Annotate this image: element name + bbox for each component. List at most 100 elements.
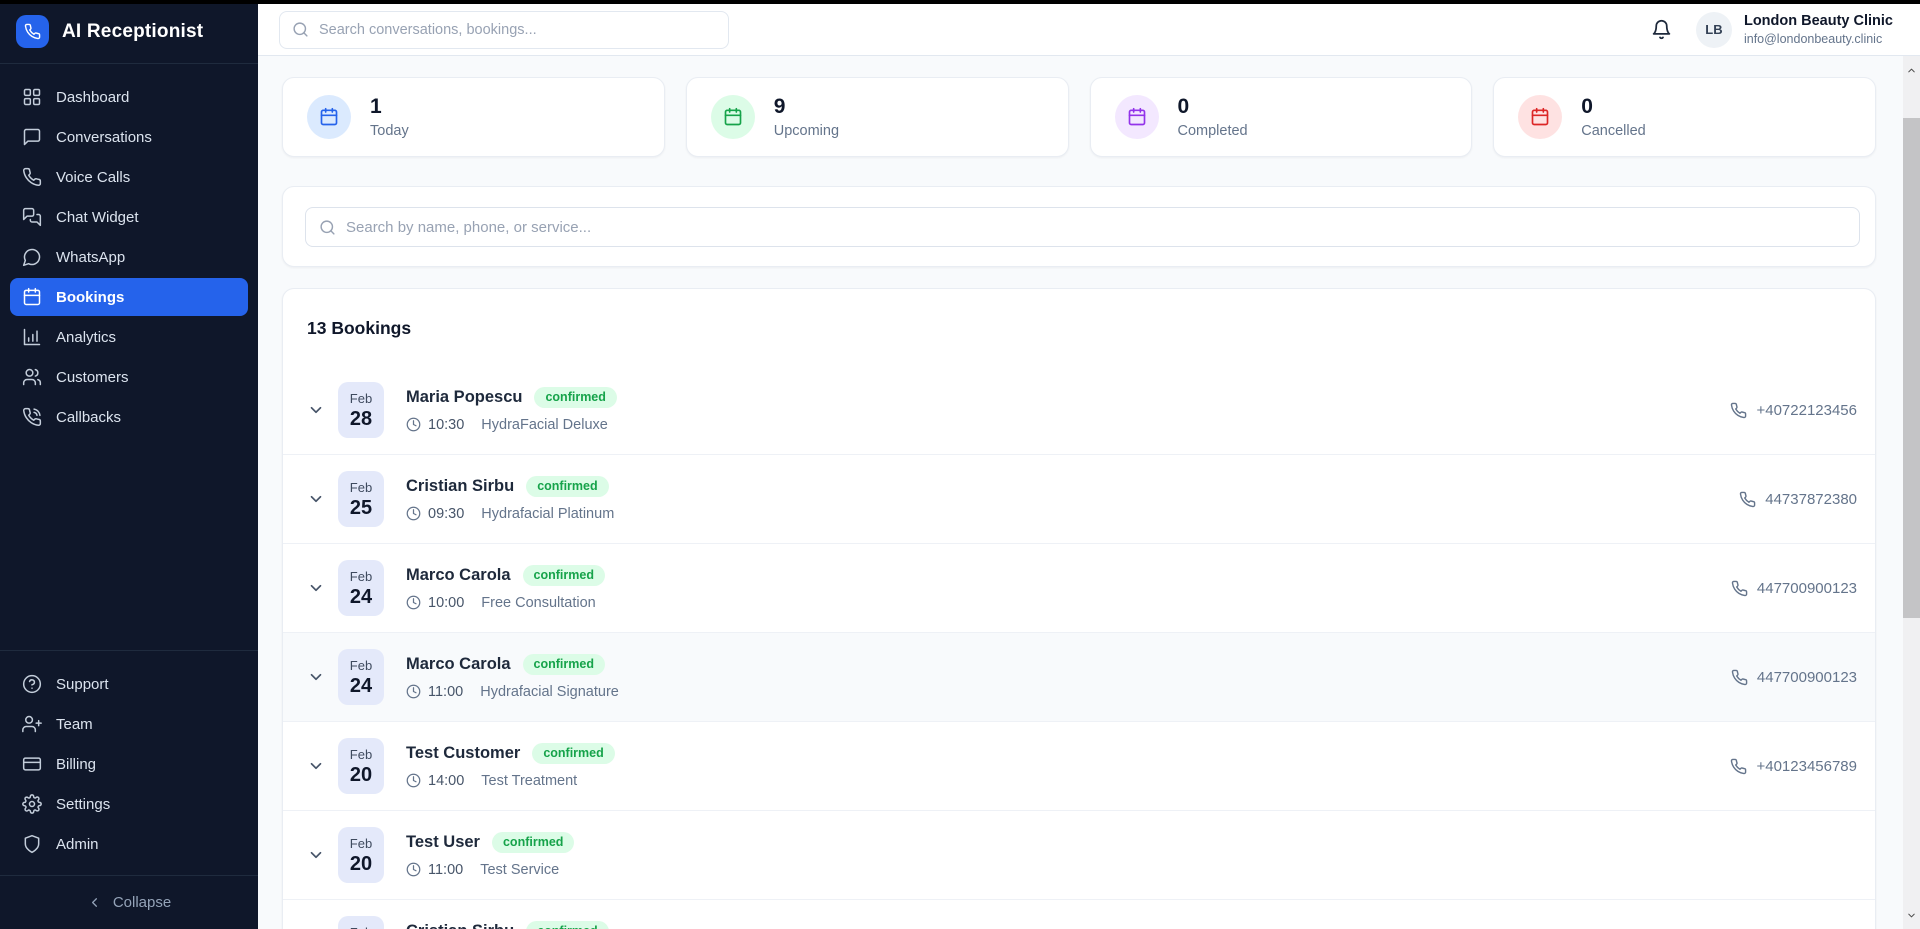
chevron-down-icon[interactable]: [307, 668, 325, 686]
sidebar-header: AI Receptionist: [0, 0, 258, 64]
sidebar-item-admin-label: Admin: [56, 836, 99, 853]
booking-month: Feb: [350, 835, 372, 852]
booking-status-badge: confirmed: [523, 565, 605, 586]
booking-row[interactable]: Feb 20 Test User confirmed 11:00 Test Se…: [283, 811, 1875, 900]
phone-icon: [24, 23, 41, 40]
clock-icon: [406, 417, 421, 432]
scroll-down-arrow[interactable]: [1903, 907, 1920, 924]
sidebar-item-conversations[interactable]: Conversations: [10, 118, 248, 156]
callbacks-icon: [22, 407, 42, 427]
calendar-icon: [319, 107, 339, 127]
search-icon: [292, 21, 309, 38]
bell-icon[interactable]: [1651, 19, 1672, 40]
scrollbar-thumb[interactable]: [1903, 118, 1920, 618]
voice-calls-icon: [22, 167, 42, 187]
global-search[interactable]: [279, 11, 729, 49]
booking-status-badge: confirmed: [526, 476, 608, 497]
sidebar-item-dashboard[interactable]: Dashboard: [10, 78, 248, 116]
sidebar-item-admin[interactable]: Admin: [10, 825, 248, 863]
booking-row[interactable]: Feb 28 Maria Popescu confirmed 10:30 Hyd…: [283, 366, 1875, 455]
stat-label: Cancelled: [1581, 123, 1646, 139]
booking-date-badge: Feb 28: [338, 382, 384, 438]
clock-icon: [406, 773, 421, 788]
booking-date-badge: Feb 20: [338, 827, 384, 883]
sidebar-item-customers[interactable]: Customers: [10, 358, 248, 396]
search-icon: [319, 219, 336, 236]
sidebar-collapse-button[interactable]: Collapse: [0, 875, 258, 929]
dashboard-icon: [22, 87, 42, 107]
booking-customer-name: Maria Popescu: [406, 388, 522, 407]
sidebar-item-analytics-label: Analytics: [56, 329, 116, 346]
bookings-filter-card: [282, 186, 1876, 267]
booking-phone: +40123456789: [1730, 758, 1857, 775]
sidebar-item-callbacks-label: Callbacks: [56, 409, 121, 426]
booking-time: 09:30: [428, 506, 464, 522]
booking-day: 25: [350, 496, 372, 520]
booking-time: 10:00: [428, 595, 464, 611]
bookings-filter[interactable]: [305, 207, 1860, 247]
bookings-list: Feb 28 Maria Popescu confirmed 10:30 Hyd…: [283, 366, 1875, 929]
bookings-filter-input[interactable]: [346, 219, 1846, 236]
stats-row: 1 Today 9 Upcoming 0 Completed 0 Cancell…: [282, 77, 1876, 157]
sidebar-item-chat-widget[interactable]: Chat Widget: [10, 198, 248, 236]
sidebar-item-voice-calls[interactable]: Voice Calls: [10, 158, 248, 196]
sidebar-item-analytics[interactable]: Analytics: [10, 318, 248, 356]
booking-customer-name: Marco Carola: [406, 655, 511, 674]
scrollbar[interactable]: [1903, 56, 1920, 929]
stat-card-upcoming: 9 Upcoming: [686, 77, 1069, 157]
booking-month: Feb: [350, 390, 372, 407]
sidebar-item-settings[interactable]: Settings: [10, 785, 248, 823]
org-email: info@londonbeauty.clinic: [1744, 32, 1893, 46]
booking-month: Feb: [350, 657, 372, 674]
admin-icon: [22, 834, 42, 854]
chevron-down-icon[interactable]: [307, 757, 325, 775]
sidebar-item-bookings[interactable]: Bookings: [10, 278, 248, 316]
analytics-icon: [22, 327, 42, 347]
global-search-input[interactable]: [319, 22, 716, 38]
chevron-down-icon[interactable]: [307, 490, 325, 508]
chat-widget-icon: [22, 207, 42, 227]
stat-card-today: 1 Today: [282, 77, 665, 157]
sidebar-item-callbacks[interactable]: Callbacks: [10, 398, 248, 436]
sidebar-item-chat-widget-label: Chat Widget: [56, 209, 139, 226]
bookings-card: 13 Bookings Feb 28 Maria Popescu confirm…: [282, 288, 1876, 929]
booking-customer-name: Test Customer: [406, 744, 520, 763]
scroll-up-arrow[interactable]: [1903, 62, 1920, 79]
booking-status-badge: confirmed: [492, 832, 574, 853]
booking-day: 20: [350, 852, 372, 876]
booking-date-badge: Feb: [338, 916, 384, 929]
chevron-down-icon[interactable]: [307, 846, 325, 864]
booking-row[interactable]: Feb 24 Marco Carola confirmed 11:00 Hydr…: [283, 633, 1875, 722]
clock-icon: [406, 595, 421, 610]
sidebar-item-team[interactable]: Team: [10, 705, 248, 743]
booking-customer-name: Cristian Sirbu: [406, 922, 514, 929]
sidebar-item-billing[interactable]: Billing: [10, 745, 248, 783]
booking-row[interactable]: Feb Cristian Sirbu confirmed: [283, 900, 1875, 929]
settings-icon: [22, 794, 42, 814]
booking-customer-name: Test User: [406, 833, 480, 852]
booking-service: Hydrafacial Platinum: [481, 506, 614, 522]
booking-row[interactable]: Feb 25 Cristian Sirbu confirmed 09:30 Hy…: [283, 455, 1875, 544]
account-menu[interactable]: LB London Beauty Clinic info@londonbeaut…: [1696, 12, 1893, 48]
sidebar-item-conversations-label: Conversations: [56, 129, 152, 146]
booking-month: Feb: [350, 746, 372, 763]
booking-day: 20: [350, 763, 372, 787]
phone-icon: [1730, 758, 1747, 775]
bookings-icon: [22, 287, 42, 307]
booking-row[interactable]: Feb 24 Marco Carola confirmed 10:00 Free…: [283, 544, 1875, 633]
sidebar-item-support[interactable]: Support: [10, 665, 248, 703]
booking-date-badge: Feb 24: [338, 649, 384, 705]
sidebar-item-whatsapp[interactable]: WhatsApp: [10, 238, 248, 276]
sidebar: AI Receptionist Dashboard Conversations …: [0, 0, 258, 929]
booking-row[interactable]: Feb 20 Test Customer confirmed 14:00 Tes…: [283, 722, 1875, 811]
booking-month: Feb: [350, 479, 372, 496]
chevron-down-icon[interactable]: [307, 401, 325, 419]
calendar-icon: [723, 107, 743, 127]
sidebar-item-bookings-label: Bookings: [56, 289, 124, 306]
chevron-down-icon[interactable]: [307, 579, 325, 597]
calendar-icon: [1530, 107, 1550, 127]
billing-icon: [22, 754, 42, 774]
customers-icon: [22, 367, 42, 387]
collapse-label: Collapse: [113, 894, 171, 911]
stat-card-cancelled: 0 Cancelled: [1493, 77, 1876, 157]
